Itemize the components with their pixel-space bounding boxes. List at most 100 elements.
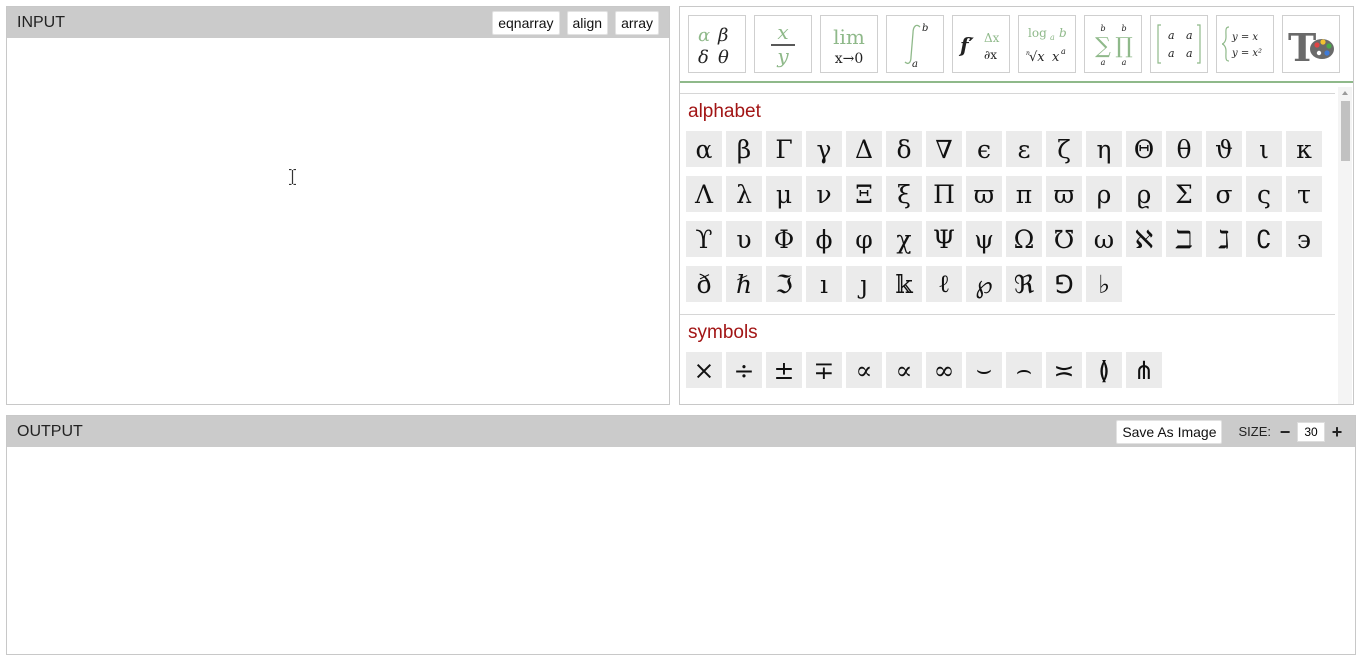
alphabet-symbol-button[interactable]: 𝕜 xyxy=(886,266,922,302)
scroll-up-arrow-icon[interactable] xyxy=(1342,91,1348,95)
alphabet-symbol-button[interactable]: ℓ xyxy=(926,266,962,302)
alphabet-symbol-button[interactable]: Ξ xyxy=(846,176,882,212)
latex-input-editor[interactable] xyxy=(7,38,669,404)
output-title: OUTPUT xyxy=(17,422,83,440)
alphabet-symbol-button[interactable]: ∁ xyxy=(1246,221,1282,257)
alphabet-symbol-button[interactable]: υ xyxy=(726,221,762,257)
alphabet-symbol-button[interactable]: ς xyxy=(1246,176,1282,212)
alphabet-symbol-button[interactable]: ∇ xyxy=(926,131,962,167)
alphabet-symbol-button[interactable]: ♭ xyxy=(1086,266,1122,302)
alphabet-symbol-button[interactable]: ν xyxy=(806,176,842,212)
alphabet-symbol-button[interactable]: ℏ xyxy=(726,266,762,302)
math-symbol-button[interactable]: ∝ xyxy=(886,352,922,388)
alphabet-symbol-button[interactable]: α xyxy=(686,131,722,167)
alphabet-symbol-button[interactable]: Δ xyxy=(846,131,882,167)
size-label: SIZE: xyxy=(1238,424,1271,439)
alphabet-symbol-button[interactable]: ε xyxy=(1006,131,1042,167)
alphabet-symbol-button[interactable]: ω xyxy=(1086,221,1122,257)
align-button[interactable]: align xyxy=(566,10,609,35)
alphabet-symbol-button[interactable]: ϶ xyxy=(1286,221,1322,257)
alphabet-symbol-button[interactable]: ȷ xyxy=(846,266,882,302)
alphabet-symbol-button[interactable]: Φ xyxy=(766,221,802,257)
alphabet-symbol-button[interactable]: μ xyxy=(766,176,802,212)
math-symbol-button[interactable]: ÷ xyxy=(726,352,762,388)
alphabet-symbol-button[interactable]: Ω xyxy=(1006,221,1042,257)
alphabet-symbol-button[interactable]: τ xyxy=(1286,176,1322,212)
math-symbol-button[interactable]: ∞ xyxy=(926,352,962,388)
matrix-tool[interactable]: a a a a xyxy=(1150,15,1208,73)
alphabet-symbol-button[interactable]: Λ xyxy=(686,176,722,212)
alphabet-symbol-button[interactable]: θ xyxy=(1166,131,1202,167)
alphabet-symbol-button[interactable]: ϱ xyxy=(1126,176,1162,212)
derivative-tool[interactable]: f′ Δx ∂x xyxy=(952,15,1010,73)
alphabet-symbol-button[interactable]: ℑ xyxy=(766,266,802,302)
alphabet-symbol-button[interactable]: ℵ xyxy=(1126,221,1162,257)
alphabet-symbol-button[interactable]: ρ xyxy=(1086,176,1122,212)
alphabet-symbol-button[interactable]: σ xyxy=(1206,176,1242,212)
alphabet-symbol-button[interactable]: ϕ xyxy=(806,221,842,257)
svg-text:∂x: ∂x xyxy=(984,48,997,62)
alphabet-symbol-button[interactable]: ı xyxy=(806,266,842,302)
size-input[interactable] xyxy=(1297,421,1325,442)
alphabet-symbol-button[interactable]: π xyxy=(1006,176,1042,212)
scrollbar-thumb[interactable] xyxy=(1341,101,1350,161)
math-symbol-button[interactable]: ± xyxy=(766,352,802,388)
svg-text:b: b xyxy=(1059,26,1067,40)
alphabet-symbol-button[interactable]: ð xyxy=(686,266,722,302)
size-increase-button[interactable]: + xyxy=(1329,423,1345,441)
alphabet-symbol-button[interactable]: Π xyxy=(926,176,962,212)
alphabet-symbol-button[interactable]: Σ xyxy=(1166,176,1202,212)
alphabet-symbol-button[interactable]: ℘ xyxy=(966,266,1002,302)
alphabet-symbol-button[interactable]: ℶ xyxy=(1166,221,1202,257)
math-symbol-button[interactable]: ≬ xyxy=(1086,352,1122,388)
greek-letters-tool[interactable]: α β δ θ xyxy=(688,15,746,73)
limit-tool[interactable]: lim x→0 xyxy=(820,15,878,73)
palette-panel: α β δ θ x y lim x→0 b a f′ Δx ∂x log a b… xyxy=(679,6,1354,405)
alphabet-symbol-button[interactable]: δ xyxy=(886,131,922,167)
alphabet-symbol-button[interactable]: ℜ xyxy=(1006,266,1042,302)
math-symbol-button[interactable]: × xyxy=(686,352,722,388)
alphabet-symbol-button[interactable]: η xyxy=(1086,131,1122,167)
math-symbol-button[interactable]: ⋔ xyxy=(1126,352,1162,388)
integral-tool[interactable]: b a xyxy=(886,15,944,73)
alphabet-symbol-button[interactable]: ι xyxy=(1246,131,1282,167)
symbol-palette[interactable]: alphabet α β Γγ Δδ ∇ ϵ ε ζ η Θθ ϑ ι κ Λλ μ ν Ξξ Πϖ π ϖ ρ ϱ Σσ ς… xyxy=(680,87,1353,404)
log-root-tool[interactable]: log a b n √x x a xyxy=(1018,15,1076,73)
save-as-image-button[interactable]: Save As Image xyxy=(1116,419,1223,444)
alphabet-symbol-button[interactable]: ℧ xyxy=(1046,221,1082,257)
math-symbol-button[interactable]: ⌣ xyxy=(966,352,1002,388)
alphabet-symbol-button[interactable]: ϵ xyxy=(966,131,1002,167)
math-symbol-button[interactable]: ⌢ xyxy=(1006,352,1042,388)
math-symbol-button[interactable]: ∝ xyxy=(846,352,882,388)
alphabet-symbol-button[interactable]: λ xyxy=(726,176,762,212)
alphabet-symbol-button[interactable]: ϒ xyxy=(686,221,722,257)
svg-text:y = x²: y = x² xyxy=(1231,48,1262,59)
rendered-output-area xyxy=(7,447,1355,654)
alphabet-symbol-button[interactable]: γ xyxy=(806,131,842,167)
alphabet-symbol-button[interactable]: Θ xyxy=(1126,131,1162,167)
math-symbol-button[interactable]: ≍ xyxy=(1046,352,1082,388)
alphabet-symbol-button[interactable]: β xyxy=(726,131,762,167)
alphabet-symbol-button[interactable]: Ψ xyxy=(926,221,962,257)
alphabet-symbol-button[interactable]: Γ xyxy=(766,131,802,167)
alphabet-symbol-button[interactable]: χ xyxy=(886,221,922,257)
alphabet-symbol-button[interactable]: ζ xyxy=(1046,131,1082,167)
cases-tool[interactable]: y = x y = x² xyxy=(1216,15,1274,73)
alphabet-symbol-button[interactable]: ⅁ xyxy=(1046,266,1082,302)
sum-product-tool[interactable]: b ∑ a b ∏ a xyxy=(1084,15,1142,73)
fraction-tool[interactable]: x y xyxy=(754,15,812,73)
eqnarray-button[interactable]: eqnarray xyxy=(492,10,560,35)
alphabet-symbol-button[interactable]: ℷ xyxy=(1206,221,1242,257)
palette-scrollbar[interactable] xyxy=(1338,87,1352,404)
alphabet-symbol-button[interactable]: φ xyxy=(846,221,882,257)
alphabet-symbol-button[interactable]: ϑ xyxy=(1206,131,1242,167)
alphabet-symbol-button[interactable]: ψ xyxy=(966,221,1002,257)
array-button[interactable]: array xyxy=(615,10,659,35)
alphabet-symbol-button[interactable]: ξ xyxy=(886,176,922,212)
size-decrease-button[interactable]: − xyxy=(1277,423,1293,441)
text-color-tool[interactable]: T xyxy=(1282,15,1340,73)
alphabet-symbol-button[interactable]: ϖ xyxy=(966,176,1002,212)
alphabet-symbol-button[interactable]: ϖ xyxy=(1046,176,1082,212)
alphabet-symbol-button[interactable]: κ xyxy=(1286,131,1322,167)
math-symbol-button[interactable]: ∓ xyxy=(806,352,842,388)
